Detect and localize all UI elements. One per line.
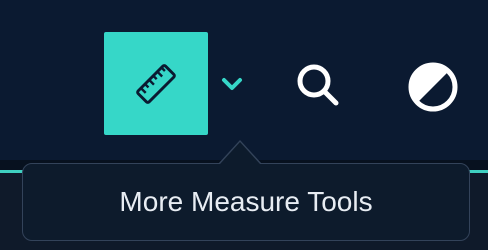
measure-tools-dropdown[interactable]: [218, 70, 246, 98]
tooltip-arrow: [220, 142, 260, 164]
ruler-icon: [136, 63, 176, 104]
chevron-down-icon: [222, 78, 242, 90]
contrast-button[interactable]: [404, 58, 462, 116]
tooltip: More Measure Tools: [22, 163, 470, 241]
search-button[interactable]: [289, 56, 347, 114]
search-icon: [297, 64, 339, 106]
tooltip-text: More Measure Tools: [119, 186, 373, 217]
contrast-icon: [408, 62, 458, 112]
toolbar: [0, 0, 488, 160]
measure-tool-button[interactable]: [104, 32, 208, 135]
